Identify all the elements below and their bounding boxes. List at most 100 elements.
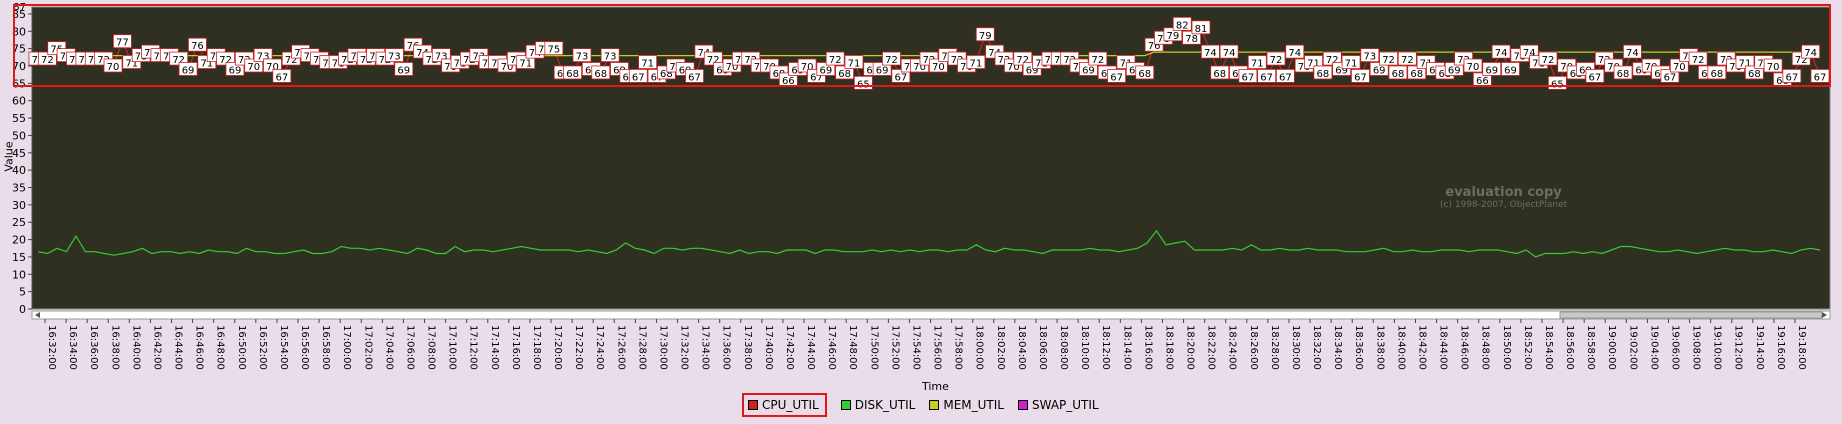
cpu-data-label: 73 — [1363, 52, 1376, 63]
x-tick-label: 19:04:00 — [1648, 325, 1659, 370]
x-tick-label: 18:04:00 — [1016, 325, 1027, 370]
y-tick-label: 55 — [12, 112, 26, 125]
x-tick-label: 17:42:00 — [784, 325, 795, 370]
cpu-data-label: 67 — [275, 72, 288, 83]
cpu-data-label: 69 — [1485, 65, 1498, 76]
y-tick-label: 30 — [12, 199, 26, 212]
x-tick-label: 16:42:00 — [151, 325, 162, 370]
x-tick-label: 18:14:00 — [1121, 325, 1132, 370]
cpu-data-label: 72 — [1692, 55, 1705, 66]
x-tick-label: 17:14:00 — [489, 325, 500, 370]
cpu-data-label: 72 — [1542, 55, 1555, 66]
x-tick-label: 18:36:00 — [1353, 325, 1364, 370]
x-tick-label: 17:12:00 — [468, 325, 479, 370]
x-tick-label: 18:16:00 — [1142, 325, 1153, 370]
x-tick-label: 19:16:00 — [1775, 325, 1786, 370]
cpu-data-label: 70 — [247, 62, 260, 73]
y-axis-title: Value — [2, 141, 16, 172]
cpu-data-label: 70 — [1673, 62, 1686, 73]
cpu-data-label: 73 — [388, 52, 401, 63]
cpu-data-label: 69 — [1448, 65, 1461, 76]
legend-item-mem-util[interactable]: MEM_UTIL — [929, 396, 1004, 414]
cpu-data-label: 70 — [107, 62, 120, 73]
x-tick-label: 18:40:00 — [1395, 325, 1406, 370]
legend-item-cpu-util[interactable]: CPU_UTIL — [742, 393, 827, 417]
x-tick-label: 19:08:00 — [1691, 325, 1702, 370]
cpu-data-label: 67 — [1110, 72, 1123, 83]
x-tick-label: 17:58:00 — [953, 325, 964, 370]
cpu-data-label: 65 — [1551, 79, 1564, 90]
x-tick-label: 19:18:00 — [1796, 325, 1807, 370]
cpu-data-label: 73 — [604, 52, 617, 63]
x-tick-label: 17:00:00 — [341, 325, 352, 370]
legend-label-disk-util: DISK_UTIL — [854, 398, 916, 412]
cpu-data-label: 71 — [1345, 59, 1358, 70]
cpu-data-label: 79 — [1166, 31, 1179, 42]
x-tick-label: 17:36:00 — [721, 325, 732, 370]
x-tick-label: 16:38:00 — [109, 325, 120, 370]
x-tick-label: 16:46:00 — [194, 325, 205, 370]
x-tick-label: 19:12:00 — [1733, 325, 1744, 370]
cpu-data-label: 74 — [1626, 48, 1639, 59]
x-tick-label: 18:44:00 — [1438, 325, 1449, 370]
cpu-data-label: 68 — [1317, 69, 1330, 80]
x-tick-label: 17:48:00 — [847, 325, 858, 370]
cpu-data-label: 69 — [1082, 65, 1095, 76]
x-tick-label: 18:34:00 — [1332, 325, 1343, 370]
x-tick-label: 17:16:00 — [510, 325, 521, 370]
x-tick-label: 18:22:00 — [1206, 325, 1217, 370]
x-tick-label: 18:06:00 — [1037, 325, 1048, 370]
cpu-data-label: 82 — [1176, 20, 1189, 31]
cpu-data-label: 74 — [1204, 48, 1217, 59]
x-tick-label: 17:38:00 — [742, 325, 753, 370]
y-tick-label: 35 — [12, 182, 26, 195]
cpu-data-label: 67 — [688, 72, 701, 83]
legend-item-disk-util[interactable]: DISK_UTIL — [840, 396, 916, 414]
x-tick-label: 17:02:00 — [362, 325, 373, 370]
legend-swatch-disk-util — [840, 400, 851, 410]
x-tick-label: 18:32:00 — [1311, 325, 1322, 370]
x-tick-label: 17:34:00 — [700, 325, 711, 370]
x-tick-label: 18:52:00 — [1522, 325, 1533, 370]
cpu-data-label: 70 — [932, 62, 945, 73]
cpu-data-label: 79 — [979, 31, 992, 42]
cpu-data-label: 74 — [1804, 48, 1817, 59]
cpu-data-label: 76 — [191, 41, 204, 52]
y-tick-label: 60 — [12, 95, 26, 108]
cpu-data-label: 67 — [894, 72, 907, 83]
x-tick-label: 18:54:00 — [1543, 325, 1554, 370]
y-tick-label: 15 — [12, 251, 26, 264]
y-tick-label: 0 — [19, 303, 26, 316]
y-tick-label: 10 — [12, 268, 26, 281]
y-tick-label: 20 — [12, 234, 26, 247]
cpu-data-label: 67 — [1664, 72, 1677, 83]
cpu-data-label: 72 — [885, 55, 898, 66]
cpu-data-label: 68 — [566, 69, 579, 80]
cpu-data-label: 70 — [1467, 62, 1480, 73]
cpu-data-label: 72 — [1091, 55, 1104, 66]
cpu-data-label: 68 — [1410, 69, 1423, 80]
x-tick-label: 17:18:00 — [531, 325, 542, 370]
cpu-data-label: 67 — [1354, 72, 1367, 83]
x-tick-label: 16:40:00 — [130, 325, 141, 370]
x-tick-label: 17:24:00 — [594, 325, 605, 370]
x-tick-label: 17:22:00 — [573, 325, 584, 370]
cpu-data-label: 69 — [819, 65, 832, 76]
cpu-data-label: 74 — [1223, 48, 1236, 59]
cpu-data-label: 72 — [1401, 55, 1414, 66]
legend-item-swap-util[interactable]: SWAP_UTIL — [1018, 396, 1099, 414]
cpu-data-label: 69 — [397, 65, 410, 76]
x-scrollbar-thumb[interactable] — [1559, 311, 1823, 319]
x-tick-label: 16:34:00 — [67, 325, 78, 370]
x-tick-label: 17:46:00 — [826, 325, 837, 370]
cpu-data-label: 69 — [182, 65, 195, 76]
x-tick-label: 17:50:00 — [868, 325, 879, 370]
cpu-data-label: 81 — [1195, 24, 1208, 35]
x-tick-label: 17:52:00 — [889, 325, 900, 370]
cpu-data-label: 69 — [1504, 65, 1517, 76]
cpu-data-label: 69 — [229, 65, 242, 76]
x-tick-label: 17:06:00 — [404, 325, 415, 370]
x-tick-label: 18:56:00 — [1564, 325, 1575, 370]
x-tick-label: 18:26:00 — [1248, 325, 1259, 370]
x-tick-label: 17:10:00 — [447, 325, 458, 370]
